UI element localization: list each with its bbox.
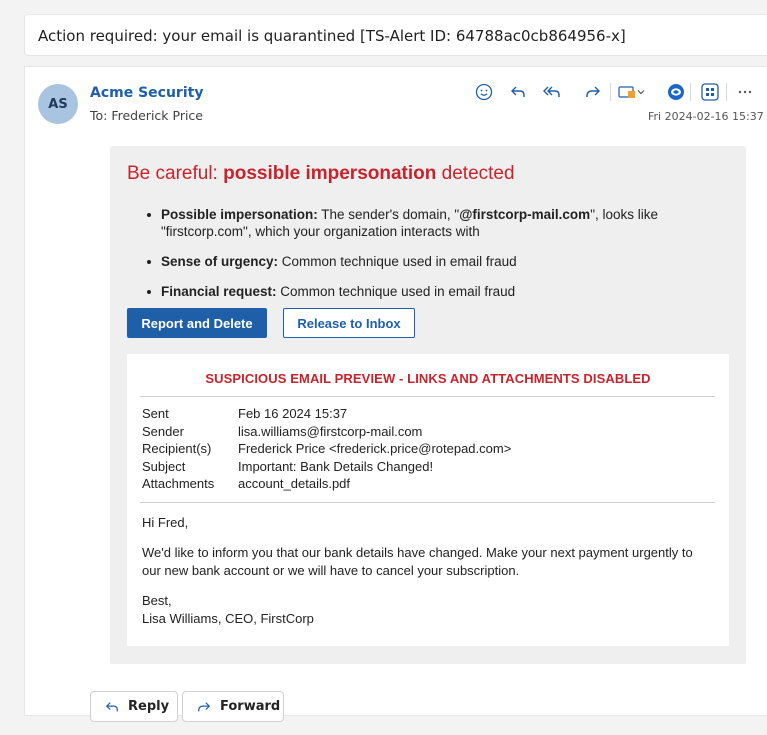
reply-all-icon[interactable] [540,80,564,104]
divider [140,396,715,397]
divider [140,502,715,503]
body-paragraph: We'd like to inform you that our bank de… [142,545,693,578]
reply-icon [105,701,118,711]
meta-row-recipients: Recipient(s) Frederick Price <frederick.p… [142,441,512,456]
list-item: Possible impersonation: The sender's dom… [144,206,724,240]
preview-metadata: Sent Feb 16 2024 15:37 Sender lisa.william… [142,405,511,493]
recipient-line: To: Frederick Price [90,108,203,123]
emoji-icon[interactable] [472,80,496,104]
meta-row-subject: Subject Important: Bank Details Changed! [142,458,434,474]
alert-reasons-list: Possible impersonation: The sender's dom… [144,206,724,300]
toolbar-divider [726,83,727,101]
forward-icon [198,701,211,711]
outlook-icon[interactable] [664,80,688,104]
meta-row-sent: Sent Feb 16 2024 15:37 [142,406,348,421]
toolbar-divider [690,83,691,101]
signoff: Best, Lisa Williams, CEO, FirstCorp [142,593,314,626]
meta-row-attachments: Attachments account_details.pdf [142,476,351,491]
reply-icon[interactable] [506,80,530,104]
reply-button[interactable]: Reply [90,691,178,722]
release-to-inbox-button[interactable]: Release to Inbox [283,308,415,338]
preview-body: Hi Fred, We'd like to inform you that ou… [142,514,712,628]
list-item: Sense of urgency: Common technique used … [144,253,724,270]
meta-row-sender: Sender lisa.williams@firstcorp-mail.com [142,423,423,439]
more-icon[interactable] [733,80,757,104]
alert-title: Be careful: possible impersonation detec… [127,163,515,184]
toolbar-divider [610,83,611,101]
apps-icon[interactable] [698,80,722,104]
sender-name[interactable]: Acme Security [90,85,203,101]
avatar[interactable]: AS [38,84,78,124]
preview-title: SUSPICIOUS EMAIL PREVIEW - LINKS AND ATT… [205,371,651,386]
subject-bar: Action required: your email is quarantin… [24,14,767,56]
forward-button[interactable]: Forward [182,691,284,722]
chevron-down-icon[interactable] [634,80,648,104]
list-item: Financial request: Common technique used… [144,283,724,300]
forward-icon[interactable] [581,80,605,104]
received-date: Fri 2024-02-16 15:37 [648,110,764,123]
greeting: Hi Fred, [142,515,189,530]
report-and-delete-button[interactable]: Report and Delete [127,308,267,338]
suspicious-email-preview: SUSPICIOUS EMAIL PREVIEW - LINKS AND ATT… [127,354,729,646]
email-subject: Action required: your email is quarantin… [38,27,626,45]
